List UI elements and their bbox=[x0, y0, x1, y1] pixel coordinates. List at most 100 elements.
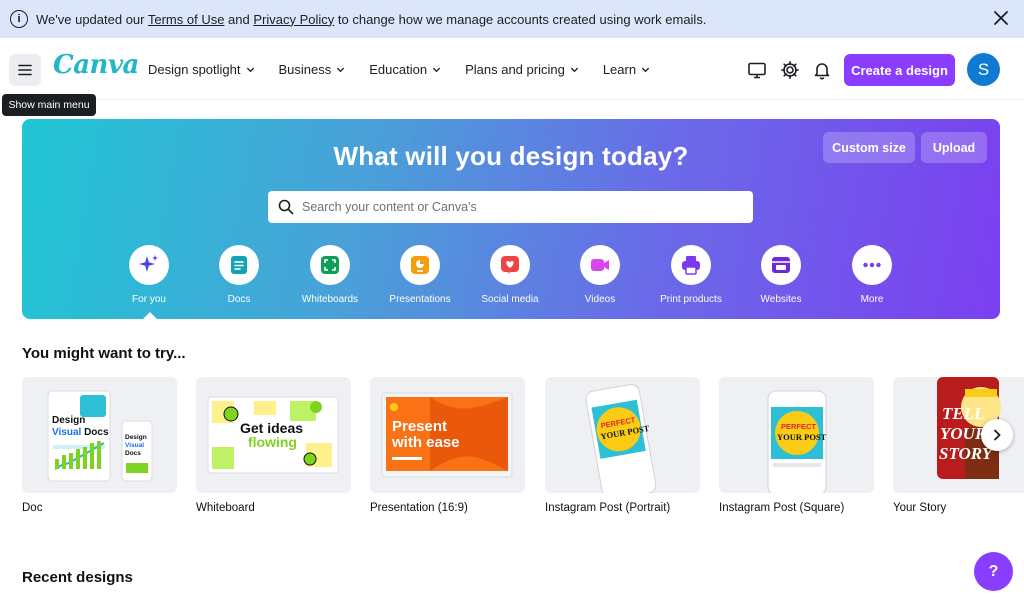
category-icon-circle bbox=[310, 245, 350, 285]
category-label: Social media bbox=[481, 294, 539, 305]
category-label: Videos bbox=[584, 294, 616, 305]
menu-tooltip: Show main menu bbox=[2, 94, 96, 116]
search-bar[interactable] bbox=[268, 191, 753, 223]
category-more[interactable]: More bbox=[827, 245, 917, 305]
template-thumbnail: PERFECT YOUR POST bbox=[545, 377, 700, 493]
desktop-app-icon[interactable] bbox=[747, 60, 767, 80]
svg-text:YOUR POST: YOUR POST bbox=[777, 432, 827, 442]
banner-text-start: We've updated our bbox=[36, 11, 148, 27]
instagram-square-preview-image: PERFECT YOUR POST bbox=[767, 390, 827, 493]
template-card-instagram-portrait[interactable]: PERFECT YOUR POST Instagram Post (Portra… bbox=[545, 377, 700, 514]
template-label: Presentation (16:9) bbox=[370, 502, 468, 514]
avatar[interactable]: S bbox=[967, 53, 1000, 86]
template-card-doc[interactable]: Design Visual Docs Design Visual Docs Do… bbox=[22, 377, 177, 514]
chevron-down-icon bbox=[570, 67, 578, 73]
top-nav: Canva Design spotlight Business Educatio… bbox=[0, 38, 1024, 100]
category-row: For you Docs Whiteboards Presentations S… bbox=[22, 245, 1000, 315]
template-thumbnail: Present with ease bbox=[370, 377, 525, 493]
svg-text:Design: Design bbox=[52, 415, 85, 426]
carousel-next-button[interactable] bbox=[981, 419, 1013, 451]
video-icon bbox=[591, 259, 609, 271]
menu-label: Business bbox=[278, 62, 332, 77]
menu-education[interactable]: Education bbox=[369, 62, 441, 77]
whiteboard-preview-image: Get ideas flowing bbox=[207, 396, 339, 474]
category-label: For you bbox=[132, 294, 166, 305]
template-label: Instagram Post (Portrait) bbox=[545, 502, 671, 514]
close-icon[interactable] bbox=[992, 9, 1010, 27]
category-icon-circle bbox=[129, 245, 169, 285]
template-card-whiteboard[interactable]: Get ideas flowing Whiteboard bbox=[196, 377, 351, 514]
menu-label: Design spotlight bbox=[148, 62, 241, 77]
category-label: More bbox=[860, 294, 884, 305]
category-icon-circle bbox=[761, 245, 801, 285]
template-label: Your Story bbox=[893, 502, 947, 514]
template-thumbnail: PERFECT YOUR POST bbox=[719, 377, 874, 493]
svg-text:Docs: Docs bbox=[125, 450, 141, 457]
main-menu: Design spotlight Business Education Plan… bbox=[148, 62, 674, 77]
category-label: Whiteboards bbox=[301, 294, 359, 305]
try-section-title: You might want to try... bbox=[22, 345, 186, 362]
menu-learn[interactable]: Learn bbox=[603, 62, 650, 77]
svg-text:Visual: Visual bbox=[125, 442, 144, 449]
help-button[interactable]: ? bbox=[974, 552, 1013, 591]
menu-design-spotlight[interactable]: Design spotlight bbox=[148, 62, 255, 77]
category-icon-circle bbox=[490, 245, 530, 285]
banner-text-end: to change how we manage accounts created… bbox=[334, 11, 707, 27]
heart-icon bbox=[501, 256, 519, 274]
menu-business[interactable]: Business bbox=[279, 62, 346, 77]
search-input[interactable] bbox=[302, 200, 742, 214]
sparkle-icon bbox=[139, 255, 158, 272]
category-for-you[interactable]: For you bbox=[104, 245, 194, 305]
category-label: Docs bbox=[227, 294, 251, 305]
search-icon bbox=[278, 199, 294, 215]
category-social-media[interactable]: Social media bbox=[465, 245, 555, 305]
category-print-products[interactable]: Print products bbox=[646, 245, 736, 305]
template-card-presentation[interactable]: Present with ease Presentation (16:9) bbox=[370, 377, 525, 514]
svg-text:Present: Present bbox=[392, 418, 447, 435]
category-icon-circle bbox=[580, 245, 620, 285]
printer-icon bbox=[682, 256, 700, 275]
menu-label: Education bbox=[369, 62, 428, 77]
category-whiteboards[interactable]: Whiteboards bbox=[285, 245, 375, 305]
banner-text-and: and bbox=[224, 11, 254, 27]
category-presentations[interactable]: Presentations bbox=[375, 245, 465, 305]
category-label: Print products bbox=[660, 294, 722, 305]
category-label: Presentations bbox=[389, 294, 451, 305]
selected-category-pointer bbox=[143, 312, 157, 319]
chevron-down-icon bbox=[246, 67, 254, 73]
gear-icon[interactable] bbox=[780, 60, 800, 80]
privacy-link[interactable]: Privacy Policy bbox=[253, 12, 334, 27]
presentation-icon bbox=[411, 256, 429, 274]
chevron-down-icon bbox=[641, 67, 650, 73]
svg-text:Design: Design bbox=[125, 434, 147, 441]
category-videos[interactable]: Videos bbox=[555, 245, 645, 305]
svg-text:flowing: flowing bbox=[248, 434, 297, 450]
bell-icon[interactable] bbox=[812, 60, 832, 80]
presentation-preview-image: Present with ease bbox=[381, 392, 513, 478]
canva-logo[interactable]: Canva bbox=[53, 50, 139, 80]
banner-text: We've updated our Terms of Use and Priva… bbox=[36, 12, 706, 27]
svg-text:Visual Docs: Visual Docs bbox=[52, 427, 109, 438]
hamburger-icon bbox=[18, 64, 32, 76]
category-label: Websites bbox=[760, 294, 802, 305]
create-design-button[interactable]: Create a design bbox=[844, 54, 955, 86]
category-icon-circle bbox=[671, 245, 711, 285]
main-menu-button[interactable] bbox=[9, 54, 41, 86]
menu-label: Plans and pricing bbox=[465, 62, 565, 77]
template-card-instagram-square[interactable]: PERFECT YOUR POST Instagram Post (Square… bbox=[719, 377, 874, 514]
terms-link[interactable]: Terms of Use bbox=[148, 12, 225, 27]
menu-plans-pricing[interactable]: Plans and pricing bbox=[465, 62, 579, 77]
whiteboard-icon bbox=[321, 256, 339, 274]
chevron-down-icon bbox=[432, 67, 441, 73]
category-docs[interactable]: Docs bbox=[194, 245, 284, 305]
menu-label: Learn bbox=[602, 62, 637, 77]
svg-text:YOUR: YOUR bbox=[940, 424, 986, 443]
chevron-right-icon bbox=[994, 429, 1001, 441]
category-icon-circle bbox=[852, 245, 892, 285]
category-icon-circle bbox=[219, 245, 259, 285]
doc-icon bbox=[231, 256, 247, 274]
category-icon-circle bbox=[400, 245, 440, 285]
website-icon bbox=[772, 257, 790, 273]
category-websites[interactable]: Websites bbox=[736, 245, 826, 305]
hero-title: What will you design today? bbox=[333, 141, 689, 171]
